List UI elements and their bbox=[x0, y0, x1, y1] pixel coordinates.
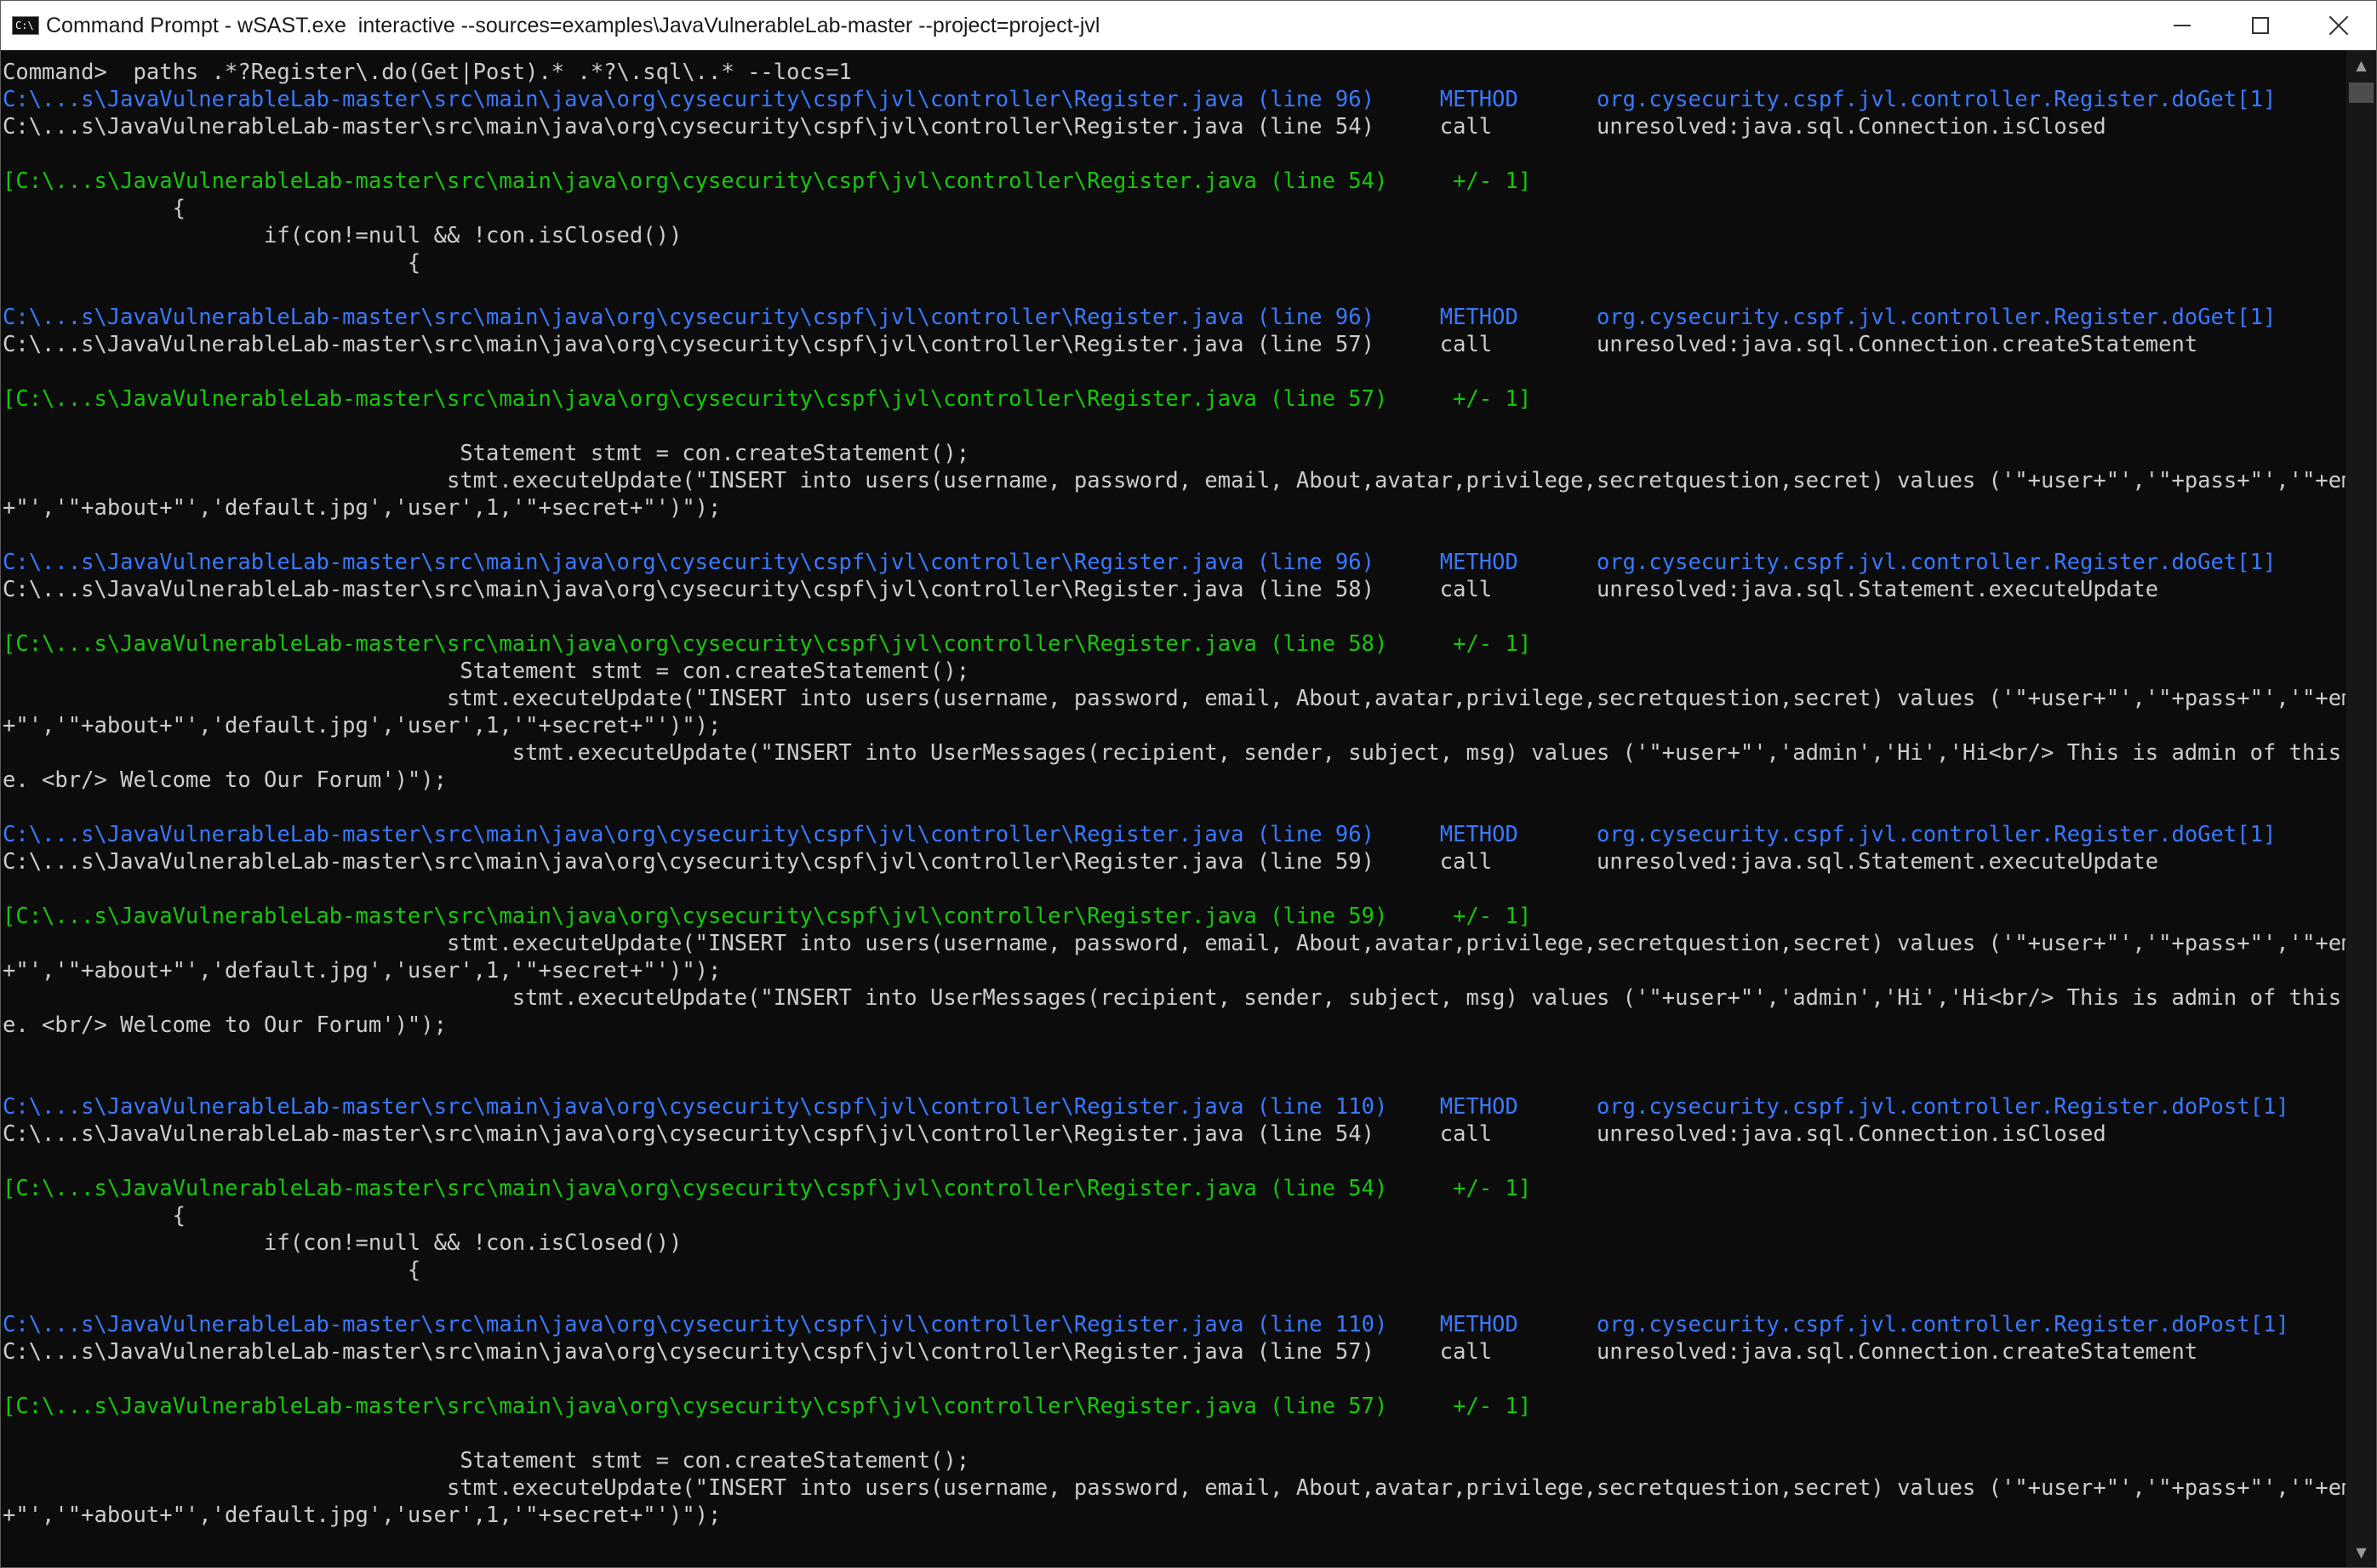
vertical-scrollbar[interactable]: ▲ ▼ bbox=[2346, 50, 2376, 1567]
console-line: Statement stmt = con.createStatement(); bbox=[3, 659, 970, 684]
console-line: e. <br/> Welcome to Our Forum')"); bbox=[3, 767, 447, 793]
context-header-line: [C:\...s\JavaVulnerableLab-master\src\ma… bbox=[3, 904, 1532, 929]
scrollbar-thumb[interactable] bbox=[2349, 83, 2374, 103]
console-line: stmt.executeUpdate("INSERT into users(us… bbox=[3, 931, 2346, 956]
minimize-button[interactable] bbox=[2143, 1, 2221, 50]
console-line: C:\...s\JavaVulnerableLab-master\src\mai… bbox=[3, 849, 2159, 875]
console-line: +"','"+about+"','default.jpg','user',1,'… bbox=[3, 958, 722, 984]
console-line: C:\...s\JavaVulnerableLab-master\src\mai… bbox=[3, 1339, 2198, 1365]
console-line: Statement stmt = con.createStatement(); bbox=[3, 441, 970, 466]
close-icon bbox=[2328, 15, 2349, 36]
chevron-down-icon[interactable]: ▼ bbox=[2346, 1537, 2376, 1567]
path-method-line: C:\...s\JavaVulnerableLab-master\src\mai… bbox=[3, 550, 2277, 575]
command-prompt-window: C:\ Command Prompt - wSAST.exe interacti… bbox=[0, 0, 2377, 1568]
console-output[interactable]: Command> paths .*?Register\.do(Get|Post)… bbox=[1, 50, 2346, 1567]
console-line: if(con!=null && !con.isClosed()) bbox=[3, 1230, 683, 1256]
path-method-line: C:\...s\JavaVulnerableLab-master\src\mai… bbox=[3, 1312, 2289, 1337]
title-bar[interactable]: C:\ Command Prompt - wSAST.exe interacti… bbox=[1, 1, 2376, 50]
console-line: { bbox=[3, 250, 421, 276]
console-line: stmt.executeUpdate("INSERT into users(us… bbox=[3, 468, 2346, 493]
path-method-line: C:\...s\JavaVulnerableLab-master\src\mai… bbox=[3, 1094, 2289, 1120]
maximize-icon bbox=[2252, 17, 2269, 34]
console-line: if(con!=null && !con.isClosed()) bbox=[3, 223, 683, 248]
path-method-line: C:\...s\JavaVulnerableLab-master\src\mai… bbox=[3, 822, 2277, 847]
console-line: { bbox=[3, 1203, 186, 1229]
console-line: C:\...s\JavaVulnerableLab-master\src\mai… bbox=[3, 577, 2159, 602]
console-line: stmt.executeUpdate("INSERT into UserMess… bbox=[3, 985, 2346, 1011]
console-line: C:\...s\JavaVulnerableLab-master\src\mai… bbox=[3, 1121, 2106, 1147]
console-line: Command> paths .*?Register\.do(Get|Post)… bbox=[3, 60, 852, 85]
console-line: C:\...s\JavaVulnerableLab-master\src\mai… bbox=[3, 332, 2198, 357]
console-line: { bbox=[3, 196, 186, 221]
console-line: +"','"+about+"','default.jpg','user',1,'… bbox=[3, 713, 722, 738]
console-line: { bbox=[3, 1257, 421, 1283]
command-prompt-icon[interactable]: C:\ bbox=[12, 16, 39, 35]
chevron-up-icon[interactable]: ▲ bbox=[2346, 50, 2376, 80]
close-button[interactable] bbox=[2300, 1, 2376, 50]
console-line: stmt.executeUpdate("INSERT into users(us… bbox=[3, 1475, 2346, 1501]
window-title: Command Prompt - wSAST.exe interactive -… bbox=[46, 14, 1100, 37]
console-line: +"','"+about+"','default.jpg','user',1,'… bbox=[3, 1502, 722, 1528]
console-line: stmt.executeUpdate("INSERT into users(us… bbox=[3, 686, 2346, 711]
minimize-icon bbox=[2174, 25, 2191, 26]
path-method-line: C:\...s\JavaVulnerableLab-master\src\mai… bbox=[3, 305, 2277, 330]
console-line: C:\...s\JavaVulnerableLab-master\src\mai… bbox=[3, 114, 2106, 140]
console-line: +"','"+about+"','default.jpg','user',1,'… bbox=[3, 495, 722, 521]
console-line: stmt.executeUpdate("INSERT into UserMess… bbox=[3, 740, 2346, 766]
context-header-line: [C:\...s\JavaVulnerableLab-master\src\ma… bbox=[3, 1176, 1532, 1201]
context-header-line: [C:\...s\JavaVulnerableLab-master\src\ma… bbox=[3, 168, 1532, 194]
context-header-line: [C:\...s\JavaVulnerableLab-master\src\ma… bbox=[3, 1394, 1532, 1419]
context-header-line: [C:\...s\JavaVulnerableLab-master\src\ma… bbox=[3, 386, 1532, 412]
maximize-button[interactable] bbox=[2221, 1, 2300, 50]
console-line: Statement stmt = con.createStatement(); bbox=[3, 1448, 970, 1474]
console-line: e. <br/> Welcome to Our Forum')"); bbox=[3, 1012, 447, 1038]
context-header-line: [C:\...s\JavaVulnerableLab-master\src\ma… bbox=[3, 631, 1532, 657]
path-method-line: C:\...s\JavaVulnerableLab-master\src\mai… bbox=[3, 87, 2277, 112]
